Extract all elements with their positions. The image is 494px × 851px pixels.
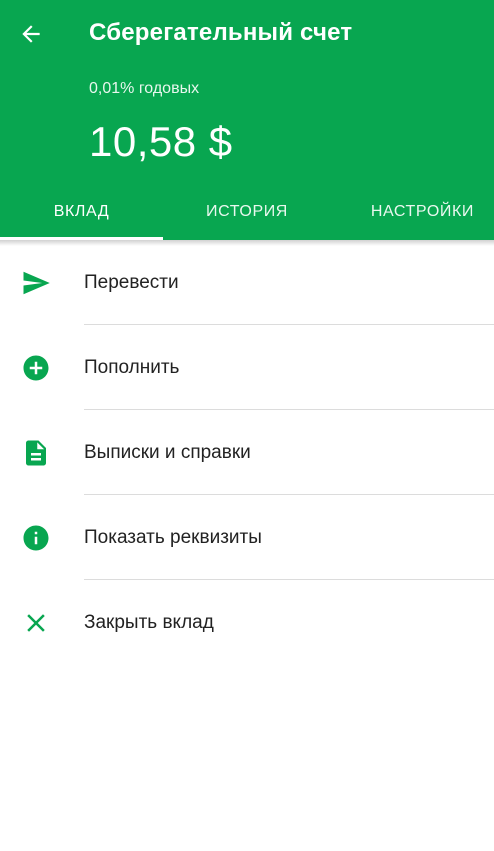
action-label: Закрыть вклад [84,611,214,633]
action-label: Выписки и справки [84,441,251,463]
tab-settings-label: НАСТРОЙКИ [370,203,474,220]
arrow-left-icon [22,25,40,43]
tab-history[interactable]: ИСТОРИЯ [163,184,331,240]
action-label: Пополнить [84,356,180,378]
interest-rate: 0,01% годовых [89,80,200,97]
action-statements[interactable]: Выписки и справки [0,410,494,495]
action-label: Показать реквизиты [84,526,262,548]
send-icon [20,267,52,299]
action-close-deposit[interactable]: Закрыть вклад [0,580,494,665]
tab-deposit[interactable]: ВКЛАД [0,184,163,240]
action-label: Перевести [84,271,179,293]
tab-deposit-label: ВКЛАД [53,203,110,220]
info-icon [20,522,52,554]
add-circle-icon [20,352,52,384]
page-title: Сберегательный счет [89,19,353,46]
back-button[interactable] [14,17,48,51]
account-balance: 10,58 $ [89,118,233,165]
header-shadow [0,240,494,246]
action-top-up[interactable]: Пополнить [0,325,494,410]
document-icon [20,437,52,469]
action-list: Перевести Пополнить Выписки и справки По… [0,240,494,665]
tab-history-label: ИСТОРИЯ [206,203,288,220]
tab-settings[interactable]: НАСТРОЙКИ [331,184,494,240]
tab-bar: ВКЛАД ИСТОРИЯ НАСТРОЙКИ [0,184,494,240]
action-show-details[interactable]: Показать реквизиты [0,495,494,580]
action-transfer[interactable]: Перевести [0,240,494,325]
account-header: Сберегательный счет 0,01% годовых 10,58 … [0,0,494,240]
close-icon [20,607,52,639]
